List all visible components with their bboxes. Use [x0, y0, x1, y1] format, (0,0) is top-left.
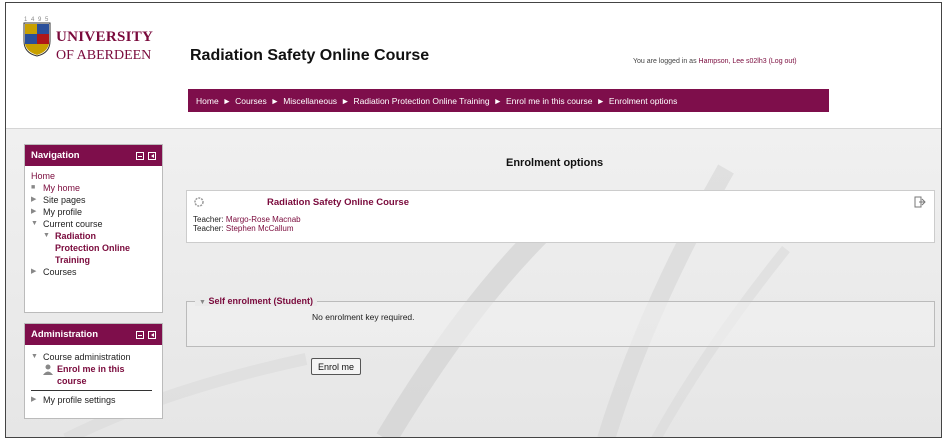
nav-site-pages[interactable]: Site pages [43, 194, 86, 206]
page-header: 1 4 9 5 UNIVERSITY OF ABERDEEN Radiation… [6, 3, 941, 129]
expand-icon[interactable]: ▶ [31, 194, 39, 206]
navigation-title: Navigation [31, 150, 80, 161]
dock-icon[interactable] [148, 330, 156, 339]
logout-link[interactable]: (Log out) [769, 58, 797, 65]
expand-icon[interactable]: ▶ [31, 394, 39, 406]
nav-course-link[interactable]: Radiation Protection Online Training [55, 230, 130, 266]
breadcrumb-home[interactable]: Home [196, 96, 219, 106]
nav-my-profile[interactable]: My profile [43, 206, 82, 218]
bullet-icon: ■ [31, 184, 36, 191]
navigation-block-header: Navigation [25, 145, 162, 166]
admin-enrol-line1: Enrol me in this [57, 364, 125, 374]
breadcrumb-enrol[interactable]: Enrol me in this course [506, 96, 592, 106]
self-enrolment-fieldset: ▼ Self enrolment (Student) No enrolment … [186, 296, 935, 347]
navigation-block: Navigation Home ■ My home ▶ Site pages ▶ My… [24, 144, 163, 313]
course-summary-box: Radiation Safety Online Course Teacher: … [186, 190, 935, 243]
university-logo[interactable]: 1 4 9 5 UNIVERSITY OF ABERDEEN [22, 17, 162, 65]
collapse-icon[interactable]: ▼ [31, 351, 39, 363]
admin-enrol-line2: course [57, 376, 87, 386]
teacher-label: Teacher: [193, 224, 224, 233]
login-info: You are logged in as Hampson, Lee s02lh3… [633, 58, 797, 65]
breadcrumb-courses[interactable]: Courses [235, 96, 267, 106]
teacher-list: Teacher: Margo-Rose Macnab Teacher: Step… [193, 215, 301, 233]
logo-line1: UNIVERSITY [56, 29, 154, 45]
admin-profile-settings[interactable]: My profile settings [43, 394, 116, 406]
nav-course-line3: Training [55, 255, 91, 265]
administration-block-header: Administration [25, 324, 162, 345]
breadcrumb-miscellaneous[interactable]: Miscellaneous [283, 96, 337, 106]
nav-course-line2: Protection Online [55, 243, 131, 253]
breadcrumb-separator: ► [493, 95, 502, 106]
course-icon [194, 197, 204, 207]
crest-icon [23, 22, 51, 57]
breadcrumb-separator: ► [341, 95, 350, 106]
enrol-me-button[interactable]: Enrol me [311, 358, 361, 375]
page-title: Enrolment options [506, 157, 604, 169]
admin-enrol-link[interactable]: Enrol me in this course [57, 363, 125, 387]
expand-icon[interactable]: ▶ [31, 206, 39, 218]
administration-title: Administration [31, 329, 99, 340]
teacher-link-1[interactable]: Margo-Rose Macnab [226, 215, 301, 224]
breadcrumb-separator: ► [596, 95, 605, 106]
nav-current-course[interactable]: Current course [43, 218, 103, 230]
expand-icon[interactable]: ▶ [31, 266, 39, 278]
page-frame: 1 4 9 5 UNIVERSITY OF ABERDEEN Radiation… [5, 2, 942, 438]
nav-course-line1: Radiation [55, 231, 97, 241]
dock-icon[interactable] [148, 151, 156, 160]
breadcrumb: Home ► Courses ► Miscellaneous ► Radiati… [188, 89, 829, 112]
site-title: Radiation Safety Online Course [190, 47, 430, 64]
collapse-icon: ▼ [199, 299, 206, 306]
minimize-icon[interactable] [136, 151, 144, 160]
self-enrolment-legend-text: Self enrolment (Student) [208, 296, 313, 306]
logo-line2: OF ABERDEEN [56, 48, 152, 63]
nav-my-home[interactable]: My home [43, 182, 80, 194]
collapse-icon[interactable]: ▼ [31, 218, 39, 230]
user-profile-link[interactable]: Hampson, Lee s02lh3 [699, 58, 767, 65]
admin-course-administration[interactable]: Course administration [43, 351, 131, 363]
nav-courses[interactable]: Courses [43, 266, 77, 278]
course-name-link[interactable]: Radiation Safety Online Course [267, 197, 409, 208]
breadcrumb-separator: ► [270, 95, 280, 106]
nav-home[interactable]: Home [31, 170, 55, 182]
teacher-link-2[interactable]: Stephen McCallum [226, 224, 294, 233]
self-enrolment-legend[interactable]: ▼ Self enrolment (Student) [195, 296, 317, 306]
administration-list: ▼ Course administration Enrol me in this … [25, 345, 162, 410]
teacher-label: Teacher: [193, 215, 224, 224]
breadcrumb-separator: ► [222, 95, 232, 106]
user-icon [43, 364, 53, 375]
no-key-message: No enrolment key required. [312, 312, 415, 322]
breadcrumb-current: Enrolment options [608, 95, 678, 106]
breadcrumb-course[interactable]: Radiation Protection Online Training [353, 96, 489, 106]
navigation-list: Home ■ My home ▶ Site pages ▶ My profile ▼ C… [25, 166, 162, 282]
minimize-icon[interactable] [136, 330, 144, 339]
login-prefix: You are logged in as [633, 58, 699, 65]
collapse-icon[interactable]: ▼ [43, 230, 51, 242]
login-icon[interactable] [914, 196, 926, 208]
administration-block: Administration ▼ Course administration En… [24, 323, 163, 419]
